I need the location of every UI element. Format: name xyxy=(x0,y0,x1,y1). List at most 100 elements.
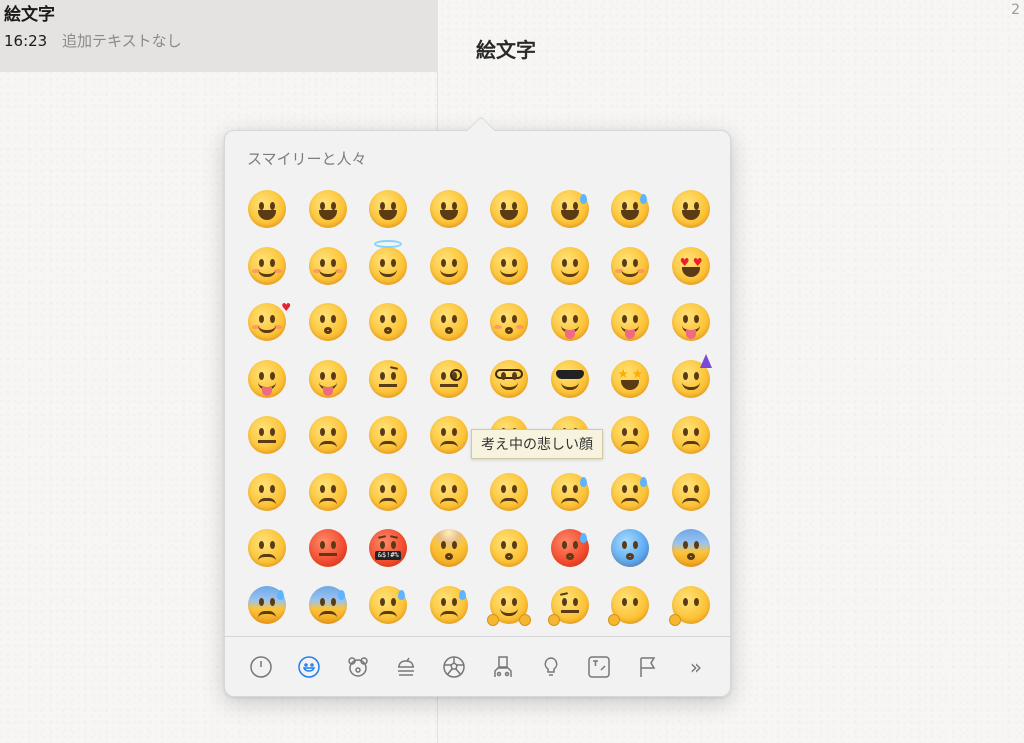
emoji-face-with-sweat[interactable] xyxy=(419,577,480,634)
section-title: スマイリーと人々 xyxy=(247,150,367,168)
emoji-sad-relieved-face[interactable] xyxy=(358,577,419,634)
emoji-loudly-crying-face[interactable] xyxy=(600,464,661,521)
emoji-winking-face-tongue[interactable] xyxy=(237,351,298,408)
emoji-kissing-face-smiling-eyes[interactable] xyxy=(419,294,480,351)
emoji-picker: スマイリーと人々 ♥ ♥ ♥ ★ ★ &$!#% 考え中の悲しい顔 » xyxy=(224,115,731,697)
emoji-smiling-face-sunglasses[interactable] xyxy=(540,351,601,408)
emoji-hot-face[interactable] xyxy=(540,520,601,577)
emoji-grinning-face-sweat[interactable] xyxy=(540,181,601,238)
tab-activity[interactable] xyxy=(440,653,468,681)
emoji-grinning-face-smiling-eyes[interactable] xyxy=(358,181,419,238)
grinning-face-smiling-eyes-icon xyxy=(369,190,408,229)
slightly-frowning-face-icon xyxy=(611,416,650,455)
emoji-flushed-face[interactable] xyxy=(479,520,540,577)
tab-travel[interactable] xyxy=(489,653,517,681)
tab-food[interactable] xyxy=(392,653,420,681)
emoji-face-hand-over-mouth[interactable] xyxy=(600,577,661,634)
slightly-smiling-face-icon xyxy=(429,246,468,285)
emoji-face-tears-of-joy[interactable] xyxy=(600,181,661,238)
emoji-kissing-face[interactable] xyxy=(358,294,419,351)
tab-animals[interactable] xyxy=(344,653,372,681)
emoji-star-struck[interactable]: ★ ★ xyxy=(600,351,661,408)
emoji-face-raised-eyebrow[interactable] xyxy=(358,351,419,408)
emoji-frowning-face[interactable] xyxy=(661,407,722,464)
emoji-smiling-face[interactable] xyxy=(237,238,298,295)
smiling-face-heart-eyes-icon: ♥ ♥ xyxy=(671,246,710,285)
note-list-item[interactable]: 絵文字 16:23 追加テキストなし xyxy=(0,0,438,72)
tab-recent[interactable] xyxy=(247,653,275,681)
emoji-upside-down-face[interactable] xyxy=(479,238,540,295)
emoji-hugging-face[interactable] xyxy=(479,577,540,634)
emoji-beaming-face[interactable] xyxy=(419,181,480,238)
emoji-pleading-face[interactable] xyxy=(479,464,540,521)
disappointed-face-icon xyxy=(369,416,408,455)
emoji-confounded-face[interactable] xyxy=(237,464,298,521)
emoji-anxious-face-sweat[interactable] xyxy=(237,577,298,634)
pouting-face-icon xyxy=(308,529,347,568)
frowning-face-icon xyxy=(671,416,710,455)
emoji-thinking-face[interactable] xyxy=(540,577,601,634)
emoji-pouting-face[interactable] xyxy=(298,520,359,577)
emoji-cold-face[interactable] xyxy=(600,520,661,577)
tab-symbols[interactable] xyxy=(585,653,613,681)
emoji-smiling-face-hearts[interactable]: ♥ xyxy=(237,294,298,351)
emoji-nerd-face[interactable] xyxy=(479,351,540,408)
face-raised-eyebrow-icon xyxy=(369,359,408,398)
emoji-exploding-head[interactable] xyxy=(419,520,480,577)
note-meta: 16:23 追加テキストなし xyxy=(4,30,438,52)
emoji-smiling-face-halo[interactable] xyxy=(358,238,419,295)
anxious-face-sweat-icon xyxy=(248,585,287,624)
emoji-smiling-face-heart-eyes[interactable]: ♥ ♥ xyxy=(661,238,722,295)
smiling-face-icon xyxy=(248,246,287,285)
emoji-face-symbols-mouth[interactable]: &$!#% xyxy=(358,520,419,577)
emoji-shushing-face[interactable] xyxy=(661,577,722,634)
tab-objects[interactable] xyxy=(537,653,565,681)
editor-title[interactable]: 絵文字 xyxy=(476,34,536,63)
partying-face-icon xyxy=(671,353,712,398)
emoji-zany-face[interactable] xyxy=(298,351,359,408)
emoji-angry-face[interactable] xyxy=(237,520,298,577)
emoji-kissing-face-closed-eyes[interactable] xyxy=(479,294,540,351)
tab-more[interactable]: » xyxy=(682,653,710,681)
tab-smileys[interactable] xyxy=(295,653,323,681)
emoji-partying-face[interactable] xyxy=(661,351,722,408)
emoji-face-with-tongue[interactable] xyxy=(600,294,661,351)
emoji-smiling-face-smiling-eyes[interactable] xyxy=(298,238,359,295)
kissing-face-icon xyxy=(369,303,408,342)
persevering-face-icon xyxy=(308,472,347,511)
smirking-face-icon xyxy=(248,416,287,455)
emoji-squinting-face-tongue[interactable] xyxy=(661,294,722,351)
emoji-crying-face[interactable] xyxy=(540,464,601,521)
face-symbols-mouth-icon: &$!#% xyxy=(369,529,408,568)
emoji-disappointed-face[interactable] xyxy=(358,407,419,464)
hot-face-icon xyxy=(550,529,589,568)
emoji-winking-face[interactable] xyxy=(540,238,601,295)
emoji-face-steam-nose[interactable] xyxy=(661,464,722,521)
tab-flags[interactable] xyxy=(634,653,662,681)
emoji-persevering-face[interactable] xyxy=(298,464,359,521)
emoji-grinning-face[interactable] xyxy=(237,181,298,238)
emoji-face-screaming-fear[interactable] xyxy=(661,520,722,577)
unamused-face-icon xyxy=(308,416,347,455)
emoji-face-blowing-kiss[interactable] xyxy=(298,294,359,351)
face-tears-of-joy-icon xyxy=(611,190,650,229)
emoji-pensive-face[interactable] xyxy=(419,407,480,464)
emoji-grinning-face-big-eyes[interactable] xyxy=(298,181,359,238)
emoji-tired-face[interactable] xyxy=(358,464,419,521)
emoji-grinning-squinting-face[interactable] xyxy=(479,181,540,238)
emoji-face-with-monocle[interactable] xyxy=(419,351,480,408)
emoji-unamused-face[interactable] xyxy=(298,407,359,464)
emoji-relieved-face[interactable] xyxy=(600,238,661,295)
emoji-downcast-face-sweat[interactable] xyxy=(298,577,359,634)
emoji-face-savoring-food[interactable] xyxy=(540,294,601,351)
pensive-face-icon xyxy=(429,416,468,455)
emoji-slightly-frowning-face[interactable] xyxy=(600,407,661,464)
zany-face-icon xyxy=(308,359,347,398)
note-preview: 追加テキストなし xyxy=(62,32,182,50)
emoji-rolling-on-floor-laughing[interactable] xyxy=(661,181,722,238)
emoji-smirking-face[interactable] xyxy=(237,407,298,464)
emoji-weary-face[interactable] xyxy=(419,464,480,521)
emoji-slightly-smiling-face[interactable] xyxy=(419,238,480,295)
face-with-sweat-icon xyxy=(429,585,468,624)
winking-face-tongue-icon xyxy=(248,359,287,398)
